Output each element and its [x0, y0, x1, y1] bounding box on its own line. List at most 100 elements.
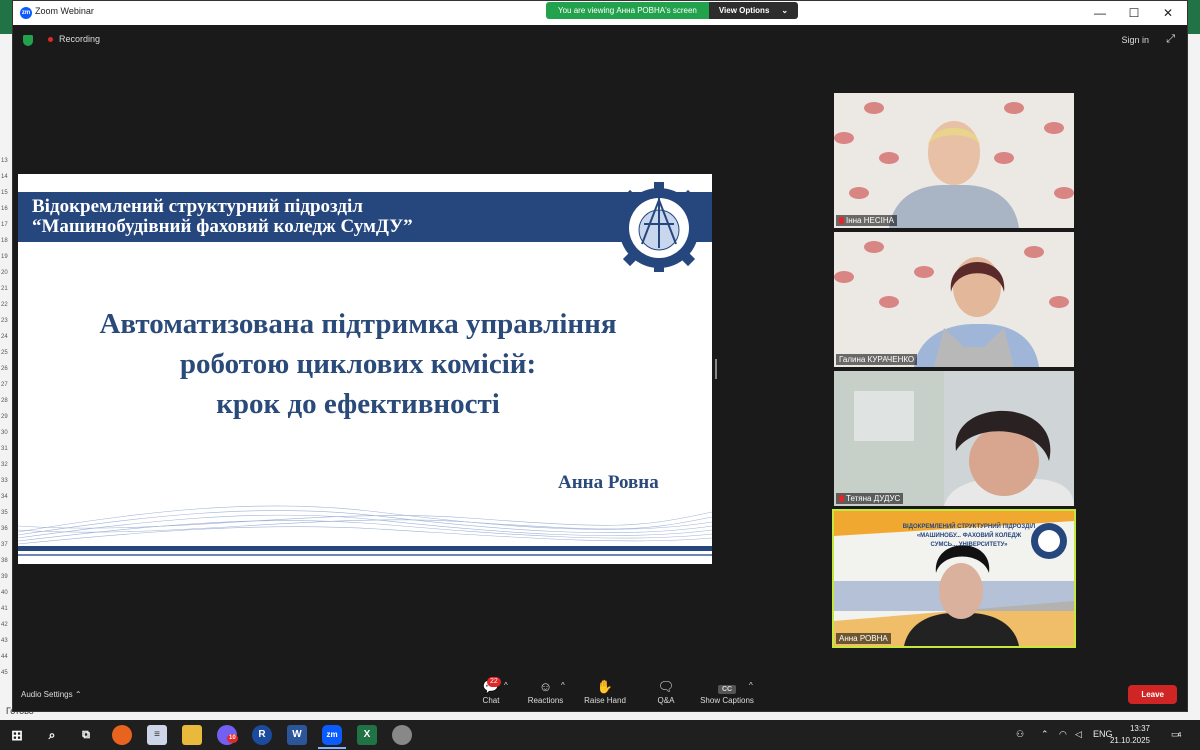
- excel-row-number: 14: [1, 174, 8, 180]
- participant-name-text: Галина КУРАЧЕНКО: [839, 355, 915, 364]
- slide-main-title: Автоматизована підтримка управління робо…: [38, 304, 678, 424]
- task-view-icon[interactable]: ⧉: [76, 725, 96, 745]
- clock-time: 13:37: [1129, 724, 1150, 733]
- leave-button[interactable]: Leave: [1128, 685, 1177, 704]
- excel-row-number: 16: [1, 206, 8, 212]
- paint-icon[interactable]: [392, 725, 412, 745]
- zoom-window: zm Zoom Webinar You are viewing Анна РОВ…: [12, 0, 1188, 712]
- view-options-label: View Options: [718, 6, 770, 15]
- notepad-icon[interactable]: ≡: [147, 725, 167, 745]
- system-clock[interactable]: 13:37 21.10.2025: [1110, 723, 1150, 747]
- slide-title-line1: Автоматизована підтримка управління: [99, 308, 617, 340]
- participant-name-text: Інна НЕСІНА: [846, 216, 894, 225]
- participant-name: Анна РОВНА: [836, 633, 891, 644]
- excel-row-number: 24: [1, 334, 8, 340]
- viewing-banner: You are viewing Анна РОВНА's screen: [546, 2, 709, 19]
- excel-row-number: 23: [1, 318, 8, 324]
- excel-row-number: 45: [1, 670, 8, 676]
- participant-tile-active-speaker[interactable]: ВІДОКРЕМЛЕНИЙ СТРУКТУРНИЙ ПІДРОЗДІЛ «МАШ…: [832, 509, 1076, 648]
- minimize-button[interactable]: —: [1085, 3, 1115, 23]
- maximize-button[interactable]: ☐: [1119, 3, 1149, 23]
- close-button[interactable]: ✕: [1153, 3, 1183, 23]
- screen-share-banner: You are viewing Анна РОВНА's screen View…: [546, 2, 799, 19]
- qa-label: Q&A: [657, 696, 675, 705]
- slide-title-line2: роботою циклових комісій:: [179, 348, 537, 380]
- participant-tile[interactable]: Галина КУРАЧЕНКО: [834, 232, 1074, 367]
- qa-icon: 🗨: [657, 679, 675, 694]
- sign-in-link[interactable]: Sign in: [1121, 35, 1149, 45]
- participant-name-text: Тетяна ДУДУС: [846, 494, 901, 503]
- excel-row-number: 22: [1, 302, 8, 308]
- participant-name: Інна НЕСІНА: [836, 215, 897, 226]
- participant-background-text: ВІДОКРЕМЛЕНИЙ СТРУКТУРНИЙ ПІДРОЗДІЛ «МАШ…: [894, 523, 1044, 550]
- chevron-up-icon: ⌃: [74, 690, 82, 699]
- excel-row-number: 20: [1, 270, 8, 276]
- security-shield-icon[interactable]: [23, 35, 33, 46]
- excel-row-number: 28: [1, 398, 8, 404]
- recording-dot-icon: [48, 37, 53, 42]
- excel-row-number: 26: [1, 366, 8, 372]
- qa-button[interactable]: 🗨 Q&A: [651, 679, 681, 705]
- bg-text-line3: СУМСЬ... УНІВЕРСИТЕТУ»: [930, 542, 1008, 548]
- excel-row-number: 35: [1, 510, 8, 516]
- muted-mic-icon: [839, 495, 844, 502]
- participant-tile[interactable]: Інна НЕСІНА: [834, 93, 1074, 228]
- notifications-icon[interactable]: ▭4: [1171, 729, 1181, 740]
- chat-options-caret-icon[interactable]: ^: [504, 681, 508, 690]
- cc-label: CC: [717, 685, 737, 694]
- raise-hand-button[interactable]: ✋ Raise Hand: [581, 679, 629, 705]
- windows-taskbar: ⊞ ⌕ ⧉ ≡ 10 R W zm X ⚇ ⌃ ◠ ◁ ENG 13:37 21…: [0, 720, 1200, 750]
- participant-video: [834, 371, 1074, 506]
- fullscreen-icon[interactable]: ⤢: [1166, 33, 1175, 46]
- show-captions-button[interactable]: CC Show Captions: [697, 679, 757, 705]
- recording-label[interactable]: Recording: [59, 34, 100, 44]
- slide-title-line3: крок до ефективності: [216, 388, 500, 420]
- audio-settings-label: Audio Settings: [21, 690, 73, 699]
- college-emblem-icon: [615, 182, 703, 272]
- excel-row-number: 31: [1, 446, 8, 452]
- captions-caret-icon[interactable]: ^: [749, 681, 753, 690]
- firefox-icon[interactable]: [112, 725, 132, 745]
- excel-row-headers: 13 14 15 16 17 18 19 20 21 22 23 24 25 26 27 28 29 30 31 32…: [0, 140, 12, 700]
- excel-row-number: 18: [1, 238, 8, 244]
- chevron-down-icon: ⌄: [781, 6, 789, 15]
- audio-settings-button[interactable]: Audio Settings ⌃: [21, 690, 82, 699]
- zoom-active-indicator: [318, 747, 346, 749]
- excel-row-number: 29: [1, 414, 8, 420]
- clock-date: 21.10.2025: [1109, 736, 1150, 745]
- people-icon[interactable]: ⚇: [1016, 729, 1024, 740]
- file-explorer-icon[interactable]: [182, 725, 202, 745]
- zoom-taskbar-icon[interactable]: zm: [322, 725, 342, 745]
- remote-desktop-icon[interactable]: R: [252, 725, 272, 745]
- shared-screen-slide: Відокремлений структурний підрозділ “Маш…: [18, 174, 712, 564]
- excel-row-number: 13: [1, 158, 8, 164]
- viber-icon[interactable]: 10: [217, 725, 238, 745]
- wifi-icon[interactable]: ◠: [1059, 729, 1067, 740]
- participant-tile[interactable]: Тетяна ДУДУС: [834, 371, 1074, 506]
- raise-hand-icon: ✋: [596, 679, 614, 694]
- window-title: Zoom Webinar: [35, 6, 94, 16]
- search-icon[interactable]: ⌕: [42, 725, 62, 745]
- view-options-button[interactable]: View Options ⌄: [708, 2, 799, 19]
- muted-mic-icon: [839, 217, 844, 224]
- windows-start-icon[interactable]: ⊞: [7, 725, 27, 745]
- excel-icon[interactable]: X: [357, 725, 377, 745]
- tray-chevron-up-icon[interactable]: ⌃: [1041, 729, 1049, 740]
- zoom-logo-icon: zm: [20, 7, 32, 19]
- excel-row-number: 33: [1, 478, 8, 484]
- excel-row-number: 25: [1, 350, 8, 356]
- bg-text-line2: «МАШИНОБУ... ФАХОВИЙ КОЛЕДЖ: [916, 533, 1022, 539]
- reactions-caret-icon[interactable]: ^: [561, 681, 565, 690]
- excel-row-number: 42: [1, 622, 8, 628]
- meeting-controls-toolbar: Audio Settings ⌃ 💬 22 Chat ^ ☺ Reactions…: [13, 673, 1187, 713]
- bg-text-line1: ВІДОКРЕМЛЕНИЙ СТРУКТУРНИЙ ПІДРОЗДІЛ: [902, 524, 1036, 530]
- excel-row-number: 37: [1, 542, 8, 548]
- split-view-handle[interactable]: [715, 359, 717, 379]
- excel-row-number: 36: [1, 526, 8, 532]
- excel-row-number: 44: [1, 654, 8, 660]
- slide-institution-line1: Відокремлений структурний підрозділ: [32, 196, 363, 217]
- volume-icon[interactable]: ◁: [1075, 729, 1082, 740]
- excel-row-number: 40: [1, 590, 8, 596]
- word-icon[interactable]: W: [287, 725, 307, 745]
- participant-video: [834, 232, 1074, 367]
